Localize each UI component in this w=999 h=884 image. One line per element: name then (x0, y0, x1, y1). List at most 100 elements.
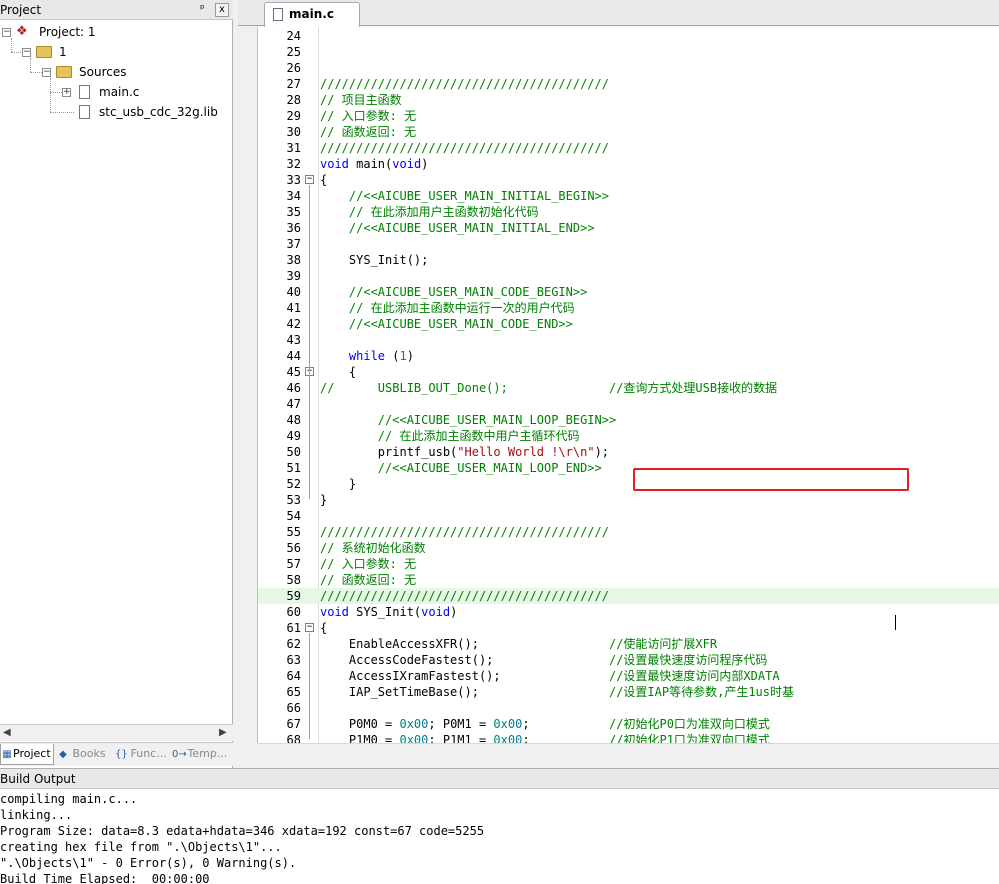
code-line[interactable]: 26 (258, 60, 999, 76)
tab-project[interactable]: ▦Project (0, 744, 54, 765)
code-line[interactable]: 59 //////////////////////////////////////… (258, 588, 999, 604)
code-text: //////////////////////////////////////// (320, 141, 609, 155)
collapse-icon[interactable]: − (42, 68, 51, 77)
code-line[interactable]: 43 (258, 332, 999, 348)
code-editor[interactable]: 24 25 26 27 ////////////////////////////////… (257, 27, 999, 743)
code-line[interactable]: 64 AccessIXramFastest(); //设置最快速度访问内部XDA… (258, 668, 999, 684)
fold-toggle-icon[interactable]: − (305, 175, 314, 184)
code-line[interactable]: 56 // 系统初始化函数 (258, 540, 999, 556)
tree-item-main-c[interactable]: + main.c (0, 83, 233, 101)
code-line[interactable]: 62 EnableAccessXFR(); //使能访问扩展XFR (258, 636, 999, 652)
code-line[interactable]: 42 //<<AICUBE_USER_MAIN_CODE_END>> (258, 316, 999, 332)
line-number: 43 (286, 333, 301, 347)
code-line[interactable]: 24 (258, 28, 999, 44)
line-number: 68 (286, 733, 301, 743)
line-number: 48 (286, 413, 301, 427)
collapse-icon[interactable]: − (2, 28, 11, 37)
tab-label: Project (13, 747, 51, 760)
code-line[interactable]: 47 (258, 396, 999, 412)
code-line[interactable]: 39 (258, 268, 999, 284)
tab-functions[interactable]: {} Func... (115, 744, 170, 765)
tab-main-c[interactable]: main.c (264, 2, 360, 27)
code-text: } (320, 477, 357, 491)
line-number: 49 (286, 429, 301, 443)
project-horizontal-scrollbar[interactable]: ◀ ▶ (0, 724, 233, 741)
code-line[interactable]: 67 P0M0 = 0x00; P0M1 = 0x00; //初始化P0口为准双… (258, 716, 999, 732)
code-text: // 系统初始化函数 (320, 541, 426, 555)
code-text: P0M0 = 0x00; P0M1 = 0x00; //初始化P0口为准双向口模… (320, 717, 770, 731)
code-line[interactable]: 50 printf_usb("Hello World !\r\n"); (258, 444, 999, 460)
tree-item-lib[interactable]: stc_usb_cdc_32g.lib (0, 103, 233, 121)
code-text: while (1) (348, 349, 414, 363)
tab-books[interactable]: ◆ Books (57, 744, 112, 765)
code-line[interactable]: 65 IAP_SetTimeBase(); //设置IAP等待参数,产生1us时… (258, 684, 999, 700)
tree-item-target[interactable]: − 1 (0, 43, 233, 61)
build-output-line: ".\Objects\1" - 0 Error(s), 0 Warning(s)… (0, 856, 297, 870)
code-line[interactable]: 44 while (1) (258, 348, 999, 364)
scroll-right-icon[interactable]: ▶ (219, 727, 227, 738)
code-line[interactable]: 49 // 在此添加主函数中用户主循环代码 (258, 428, 999, 444)
code-line[interactable]: 31 //////////////////////////////////////… (258, 140, 999, 156)
code-line[interactable]: 57 // 入口参数: 无 (258, 556, 999, 572)
code-line[interactable]: 38 SYS_Init(); (258, 252, 999, 268)
code-line[interactable]: 55 //////////////////////////////////////… (258, 524, 999, 540)
code-line[interactable]: 37 (258, 236, 999, 252)
code-line[interactable]: 54 (258, 508, 999, 524)
fold-range-line (309, 377, 310, 483)
fold-toggle-icon[interactable]: − (305, 623, 314, 632)
code-line[interactable]: 68 P1M0 = 0x00; P1M1 = 0x00; //初始化P1口为准双… (258, 732, 999, 743)
code-line[interactable]: 48 //<<AICUBE_USER_MAIN_LOOP_BEGIN>> (258, 412, 999, 428)
code-line[interactable]: 36 //<<AICUBE_USER_MAIN_INITIAL_END>> (258, 220, 999, 236)
line-number: 38 (286, 253, 301, 267)
code-line[interactable]: 28 // 项目主函数 (258, 92, 999, 108)
code-line[interactable]: 53} (258, 492, 999, 508)
code-line[interactable]: 27 //////////////////////////////////////… (258, 76, 999, 92)
line-number: 60 (286, 605, 301, 619)
code-line[interactable]: 61−{ (258, 620, 999, 636)
line-number: 57 (286, 557, 301, 571)
build-output-panel[interactable]: compiling main.c... linking... Program S… (0, 789, 999, 884)
code-line[interactable]: 66 (258, 700, 999, 716)
code-text: AccessIXramFastest(); //设置最快速度访问内部XDATA (320, 669, 780, 683)
code-text: // 项目主函数 (320, 93, 402, 107)
line-number: 40 (286, 285, 301, 299)
editor-area: main.c 24 25 26 27 /////////////////////////… (238, 0, 999, 768)
code-line[interactable]: 33−{ (258, 172, 999, 188)
tree-item-label: 1 (59, 45, 67, 59)
code-line[interactable]: 63 AccessCodeFastest(); //设置最快速度访问程序代码 (258, 652, 999, 668)
close-pane-button[interactable]: x (215, 3, 229, 17)
code-text: // 在此添加主函数中用户主循环代码 (377, 429, 580, 443)
line-number: 37 (286, 237, 301, 251)
editor-horizontal-scrollbar[interactable] (257, 743, 999, 761)
code-line[interactable]: 58 // 函数返回: 无 (258, 572, 999, 588)
tree-item-project[interactable]: − ❖ Project: 1 (0, 23, 233, 41)
project-pane-title: Project (0, 3, 42, 17)
line-number: 29 (286, 109, 301, 123)
code-text: //<<AICUBE_USER_MAIN_INITIAL_END>> (348, 221, 595, 235)
line-number: 25 (286, 45, 301, 59)
pin-icon[interactable]: ᵖ (200, 2, 205, 15)
line-number: 66 (286, 701, 301, 715)
code-line[interactable]: 46 // USBLIB_OUT_Done(); //查询方式处理USB接收的数据 (258, 380, 999, 396)
code-text: //<<AICUBE_USER_MAIN_LOOP_BEGIN>> (377, 413, 617, 427)
code-line[interactable]: 41 // 在此添加主函数中运行一次的用户代码 (258, 300, 999, 316)
tab-templates[interactable]: 0→ Temp... (172, 744, 232, 765)
tree-item-sources[interactable]: − Sources (0, 63, 233, 81)
code-line[interactable]: 25 (258, 44, 999, 60)
line-number: 46 (286, 381, 301, 395)
code-line[interactable]: 32 void main(void) (258, 156, 999, 172)
code-line[interactable]: 40 //<<AICUBE_USER_MAIN_CODE_BEGIN>> (258, 284, 999, 300)
templates-icon: 0→ (172, 749, 187, 760)
expand-icon[interactable]: + (62, 88, 71, 97)
code-line[interactable]: 29 // 入口参数: 无 (258, 108, 999, 124)
code-line[interactable]: 30 // 函数返回: 无 (258, 124, 999, 140)
line-number: 44 (286, 349, 301, 363)
line-number: 62 (286, 637, 301, 651)
scroll-left-icon[interactable]: ◀ (3, 727, 11, 738)
code-line[interactable]: 34 //<<AICUBE_USER_MAIN_INITIAL_BEGIN>> (258, 188, 999, 204)
code-line[interactable]: 60 void SYS_Init(void) (258, 604, 999, 620)
code-line[interactable]: 35 // 在此添加用户主函数初始化代码 (258, 204, 999, 220)
code-line[interactable]: 45− { (258, 364, 999, 380)
collapse-icon[interactable]: − (22, 48, 31, 57)
build-output-line: creating hex file from ".\Objects\1"... (0, 840, 282, 854)
